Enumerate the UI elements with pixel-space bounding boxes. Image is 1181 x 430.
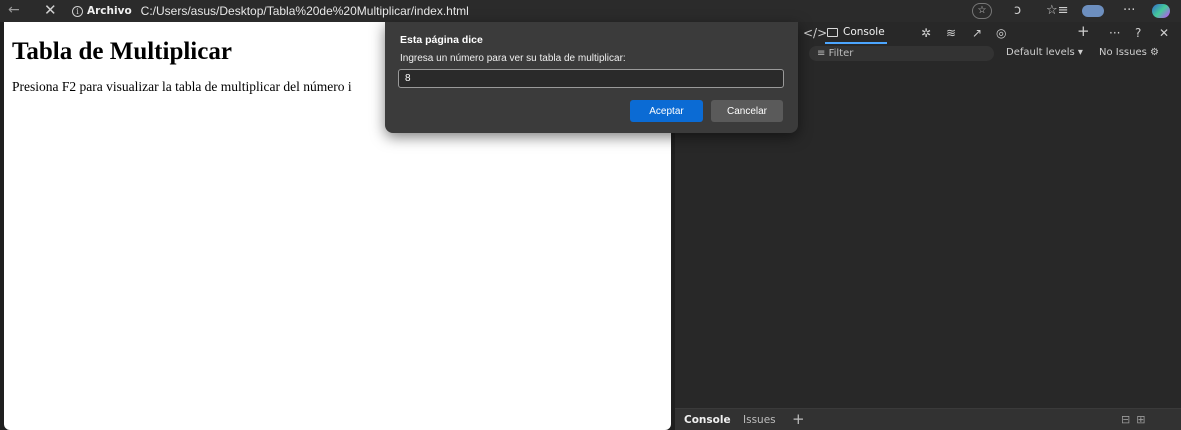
dock-icons[interactable]: ⊟⊞ xyxy=(1121,413,1151,426)
browser-toolbar: ← ✕ i Archivo C:/Users/asus/Desktop/Tabl… xyxy=(0,0,1181,22)
page-title: Tabla de Multiplicar xyxy=(12,38,232,65)
add-drawer-tab-icon[interactable]: + xyxy=(792,410,805,428)
devtools-drawer-tabs: Console Issues + ⊟⊞ xyxy=(675,408,1181,430)
help-icon[interactable]: ? xyxy=(1135,25,1141,41)
filter-input[interactable]: ≡ Filter xyxy=(809,46,994,61)
filter-placeholder: Filter xyxy=(828,48,854,59)
bug-icon[interactable]: ✲ xyxy=(921,25,931,41)
address-url[interactable]: C:/Users/asus/Desktop/Tabla%20de%20Multi… xyxy=(141,4,469,18)
close-icon[interactable]: ✕ xyxy=(44,0,57,22)
dialog-title: Esta página dice xyxy=(400,34,483,46)
copilot-icon[interactable]: ↄ xyxy=(1014,3,1021,19)
cancel-button[interactable]: Cancelar xyxy=(711,100,783,122)
info-icon[interactable]: i xyxy=(72,5,83,17)
back-arrow-icon[interactable]: ← xyxy=(8,0,20,22)
settings-gear-icon[interactable]: ⚙ xyxy=(1150,47,1159,58)
edge-logo-icon[interactable] xyxy=(1152,4,1170,18)
memory-icon[interactable]: ◎ xyxy=(996,25,1006,41)
console-icon xyxy=(827,27,838,37)
tab-console-label: Console xyxy=(843,26,885,38)
accept-button[interactable]: Aceptar xyxy=(630,100,703,122)
devtools-more-icon[interactable]: ··· xyxy=(1109,25,1120,41)
prompt-dialog: Esta página dice Ingresa un número para … xyxy=(385,22,798,133)
close-devtools-icon[interactable]: ✕ xyxy=(1159,25,1169,41)
favorites-list-icon[interactable]: ☆≡ xyxy=(1046,3,1069,19)
page-instructions: Presiona F2 para visualizar la tabla de … xyxy=(12,79,352,94)
performance-icon[interactable]: ↗ xyxy=(972,25,982,41)
drawer-tab-issues[interactable]: Issues xyxy=(743,414,776,426)
wifi-icon[interactable]: ≋ xyxy=(946,25,956,41)
address-scheme-chip[interactable]: Archivo xyxy=(87,5,132,17)
drawer-tab-console[interactable]: Console xyxy=(684,414,731,426)
dialog-message: Ingresa un número para ver su tabla de m… xyxy=(400,53,626,64)
dialog-number-input[interactable] xyxy=(398,69,784,88)
add-tool-icon[interactable]: + xyxy=(1077,23,1090,39)
elements-code-icon[interactable]: </> xyxy=(803,25,827,41)
more-options-icon[interactable]: ··· xyxy=(1123,3,1135,19)
chevron-down-icon: ▾ xyxy=(1077,47,1083,58)
issues-count[interactable]: No Issues ⚙ xyxy=(1099,47,1159,58)
tab-console[interactable]: Console xyxy=(825,22,887,44)
default-levels-dropdown[interactable]: Default levels ▾ xyxy=(1006,47,1083,58)
favorite-star-icon[interactable]: ☆ xyxy=(972,3,992,19)
profile-avatar-icon[interactable] xyxy=(1082,5,1104,17)
address-bar[interactable]: i Archivo C:/Users/asus/Desktop/Tabla%20… xyxy=(72,0,469,22)
